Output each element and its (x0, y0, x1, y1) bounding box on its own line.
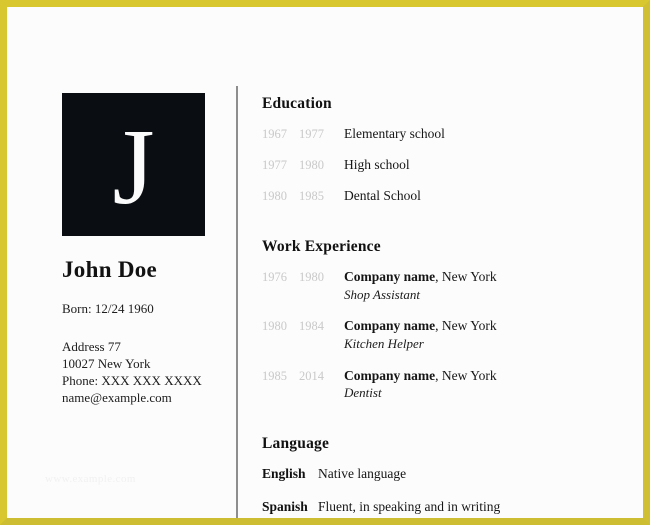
phone-number: Phone: XXX XXX XXXX (62, 373, 202, 389)
work-row: 1980 1984 Company name, New York Kitchen… (262, 318, 642, 351)
education-section: Education 1967 1977 Elementary school 19… (262, 95, 642, 204)
language-level: Native language (318, 465, 407, 481)
work-role: Kitchen Helper (344, 336, 424, 352)
monogram-letter: J (112, 107, 155, 227)
education-end-year: 1977 (299, 127, 324, 141)
work-experience-section: Work Experience 1976 1980 Company name, … (262, 238, 642, 401)
work-location: , New York (435, 269, 497, 284)
education-start-year: 1980 (262, 189, 287, 203)
work-company: Company name (344, 269, 436, 284)
resume-page: J John Doe Born: 12/24 1960 Address 77 1… (0, 0, 650, 525)
work-start-year: 1976 (262, 270, 287, 284)
work-experience-heading: Work Experience (262, 238, 381, 255)
work-company: Company name (344, 367, 436, 383)
education-row: 1980 1985 Dental School (262, 188, 642, 204)
email-address[interactable]: name@example.com (62, 389, 232, 406)
address-line-1: Address 77 (62, 339, 121, 354)
work-role: Shop Assistant (344, 286, 420, 302)
watermark-text: www.example.com (45, 473, 136, 485)
education-start-year: 1977 (262, 158, 287, 172)
details-column: Education 1967 1977 Elementary school 19… (262, 95, 642, 517)
work-row: 1985 2014 Company name, New York Dentist (262, 368, 642, 401)
language-section: Language English Native language Spanish… (262, 435, 642, 515)
language-heading: Language (262, 434, 330, 452)
work-details: Company name, New York Shop Assistant (344, 269, 497, 302)
language-row: Spanish Fluent, in speaking and in writi… (262, 499, 642, 515)
column-divider (236, 86, 238, 518)
work-location: , New York (435, 318, 497, 334)
education-school-name: High school (344, 157, 410, 172)
birth-date: Born: 12/24 1960 (62, 301, 154, 316)
language-level: Fluent, in speaking and in writing (318, 498, 501, 514)
work-details: Company name, New York Dentist (344, 368, 497, 401)
profile-photo-placeholder[interactable]: J (62, 93, 205, 236)
work-role: Dentist (344, 385, 382, 401)
work-start-year: 1980 (262, 319, 287, 334)
education-school-name: Dental School (344, 188, 421, 203)
work-start-year: 1985 (262, 368, 287, 383)
contact-block: Address 77 10027 New York Phone: XXX XXX… (62, 338, 232, 407)
education-end-year: 1980 (299, 158, 324, 172)
resume-sheet: J John Doe Born: 12/24 1960 Address 77 1… (7, 7, 643, 518)
language-row: English Native language (262, 466, 642, 482)
work-company: Company name (344, 318, 436, 334)
education-school-name: Elementary school (344, 126, 445, 141)
work-end-year: 2014 (299, 368, 324, 383)
work-row: 1976 1980 Company name, New York Shop As… (262, 269, 642, 302)
work-details: Company name, New York Kitchen Helper (344, 318, 497, 351)
education-row: 1977 1980 High school (262, 157, 642, 173)
work-location: , New York (435, 367, 497, 383)
education-row: 1967 1977 Elementary school (262, 126, 642, 142)
page-title: John Doe (62, 257, 158, 282)
education-start-year: 1967 (262, 127, 287, 141)
work-end-year: 1984 (299, 319, 324, 334)
language-name: Spanish (262, 498, 308, 514)
work-end-year: 1980 (299, 270, 324, 284)
education-end-year: 1985 (299, 189, 324, 203)
address-line-2: 10027 New York (62, 356, 151, 372)
education-heading: Education (262, 95, 332, 112)
language-name: English (262, 465, 306, 481)
profile-column: J John Doe Born: 12/24 1960 Address 77 1… (62, 93, 232, 407)
